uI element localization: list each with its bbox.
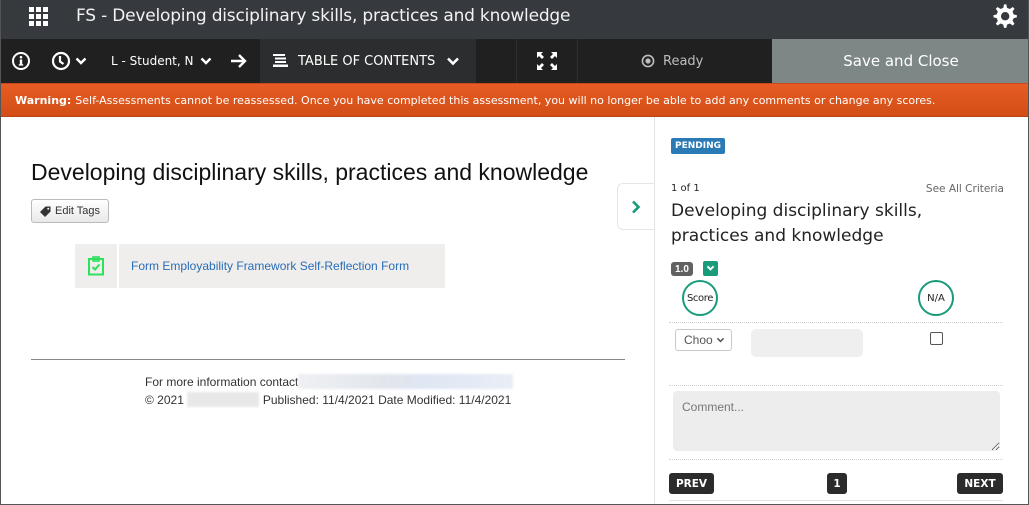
- info-button[interactable]: [11, 39, 31, 83]
- clipboard-check-icon: [88, 256, 104, 276]
- student-selector[interactable]: L - Student, N: [111, 39, 212, 83]
- form-link-item[interactable]: Form Employability Framework Self-Reflec…: [75, 244, 445, 288]
- app-window: FS - Developing disciplinary skills, pra…: [0, 0, 1029, 505]
- toc-label: TABLE OF CONTENTS: [298, 53, 436, 69]
- score-select-value: Choo: [684, 333, 713, 347]
- history-dropdown[interactable]: [51, 39, 87, 83]
- weight-badge: 1.0: [671, 262, 693, 276]
- criteria-count: 1 of 1: [671, 183, 700, 194]
- na-header: N/A: [918, 280, 954, 316]
- edit-tags-label: Edit Tags: [55, 205, 101, 217]
- page-number[interactable]: 1: [827, 473, 847, 494]
- clock-icon: [51, 51, 71, 71]
- form-link[interactable]: Form Employability Framework Self-Reflec…: [119, 244, 409, 288]
- copyright-year: © 2021: [145, 392, 184, 407]
- table-of-contents-icon: [273, 54, 288, 67]
- comment-input[interactable]: [673, 391, 1000, 451]
- warning-prefix: Warning:: [15, 93, 72, 107]
- chevron-down-icon: [200, 57, 211, 65]
- contact-prefix: For more information contact: [145, 374, 299, 389]
- expand-icon: [537, 52, 557, 70]
- chevron-down-icon: [706, 265, 715, 271]
- tag-icon: [40, 205, 51, 217]
- assessment-panel: PENDING 1 of 1 See All Criteria Developi…: [654, 117, 1028, 504]
- publish-dates: Published: 11/4/2021 Date Modified: 11/4…: [262, 392, 512, 407]
- see-all-criteria-link[interactable]: See All Criteria: [926, 183, 1004, 195]
- footer-contact: For more information contact: [145, 374, 514, 389]
- window-title: FS - Developing disciplinary skills, pra…: [76, 6, 571, 26]
- page-title: Developing disciplinary skills, practice…: [31, 159, 589, 185]
- warning-message: Self-Assessments cannot be reassessed. O…: [75, 93, 936, 107]
- toolbar: L - Student, N TABLE OF CONTENTS Ready S…: [1, 39, 1028, 83]
- warning-banner: Warning: Self-Assessments cannot be reas…: [1, 83, 1028, 117]
- status-indicator: Ready: [641, 39, 703, 83]
- arrow-right-icon: [231, 54, 247, 68]
- status-label: Ready: [663, 53, 704, 69]
- expand-criterion-button[interactable]: [703, 261, 718, 276]
- row-divider: [669, 459, 1003, 460]
- chevron-down-icon: [716, 337, 724, 342]
- student-label: L - Student, N: [111, 54, 194, 68]
- criterion-title: Developing disciplinary skills, practice…: [671, 201, 923, 246]
- na-checkbox[interactable]: [930, 332, 943, 345]
- footer-copyright: © 2021 Published: 11/4/2021 Date Modifie…: [145, 392, 511, 407]
- status-badge: PENDING: [671, 138, 726, 154]
- chevron-down-icon: [75, 57, 87, 65]
- row-divider: [669, 385, 1003, 386]
- toolbar-divider: [577, 39, 578, 83]
- footer-divider: [31, 359, 625, 360]
- panel-bottom-divider: [669, 500, 1003, 501]
- row-divider: [669, 322, 1003, 323]
- score-select[interactable]: Choo: [675, 329, 732, 351]
- chevron-down-icon: [447, 57, 459, 66]
- form-icon-cell: [75, 244, 119, 288]
- next-student-button[interactable]: [230, 39, 248, 83]
- table-of-contents-dropdown[interactable]: TABLE OF CONTENTS: [260, 39, 476, 83]
- score-value-display: [751, 329, 863, 357]
- title-bar: FS - Developing disciplinary skills, pra…: [1, 0, 1028, 39]
- redacted-organization: [186, 392, 259, 407]
- fullscreen-button[interactable]: [536, 39, 558, 83]
- gear-icon[interactable]: [989, 2, 1019, 30]
- info-icon: [12, 52, 30, 70]
- redacted-contact: [298, 374, 514, 389]
- status-dot-icon: [641, 54, 655, 68]
- prev-button[interactable]: PREV: [669, 473, 714, 494]
- score-header: Score: [682, 280, 718, 316]
- edit-tags-button[interactable]: Edit Tags: [31, 199, 110, 223]
- grid-apps-icon[interactable]: [29, 7, 49, 27]
- main-content: Developing disciplinary skills, practice…: [1, 117, 654, 504]
- save-and-close-button[interactable]: Save and Close: [772, 39, 1028, 83]
- collapse-panel-button[interactable]: [617, 183, 654, 230]
- next-button[interactable]: NEXT: [957, 473, 1003, 494]
- toolbar-divider: [516, 39, 517, 83]
- chevron-right-icon: [632, 200, 641, 213]
